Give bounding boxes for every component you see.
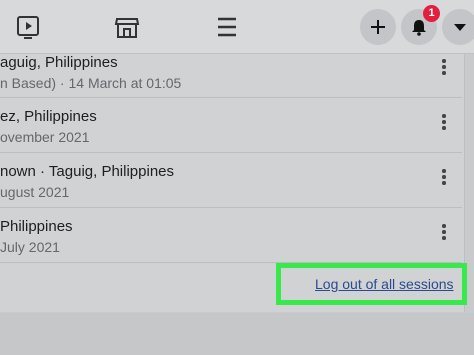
marketplace-icon[interactable] [113, 13, 141, 41]
video-icon[interactable] [14, 13, 42, 41]
account-menu-button[interactable] [442, 9, 474, 45]
divider [0, 152, 462, 153]
divider [0, 207, 462, 208]
caret-down-icon [454, 24, 466, 31]
session-detail: July 2021 [0, 239, 60, 255]
session-location: nown · Taguig, Philippines [0, 163, 175, 180]
more-options-icon[interactable] [441, 59, 447, 77]
session-row: ez, Philippines ovember 2021 [0, 108, 460, 163]
plus-icon [371, 20, 385, 34]
page-footer-area [0, 313, 474, 355]
session-location: ez, Philippines [0, 108, 97, 125]
more-options-icon[interactable] [441, 224, 447, 242]
session-detail: ugust 2021 [0, 184, 70, 200]
notification-badge: 1 [423, 5, 440, 22]
session-row: aguig, Philippines n Based) · 14 March a… [0, 54, 460, 109]
menu-icon[interactable] [213, 13, 241, 41]
logout-highlight-box: Log out of all sessions [276, 263, 467, 305]
create-button[interactable] [360, 9, 396, 45]
more-options-icon[interactable] [441, 169, 447, 187]
more-options-icon[interactable] [441, 114, 447, 132]
session-detail: ovember 2021 [0, 129, 90, 145]
bell-icon [412, 20, 426, 36]
session-row: nown · Taguig, Philippines ugust 2021 [0, 163, 460, 218]
session-location: Philippines [0, 218, 73, 235]
divider [0, 97, 462, 98]
session-location: aguig, Philippines [0, 54, 118, 71]
top-navigation-bar: 1 [0, 0, 474, 54]
logout-all-sessions-link[interactable]: Log out of all sessions [315, 276, 454, 292]
session-detail: n Based) · 14 March at 01:05 [0, 75, 182, 91]
